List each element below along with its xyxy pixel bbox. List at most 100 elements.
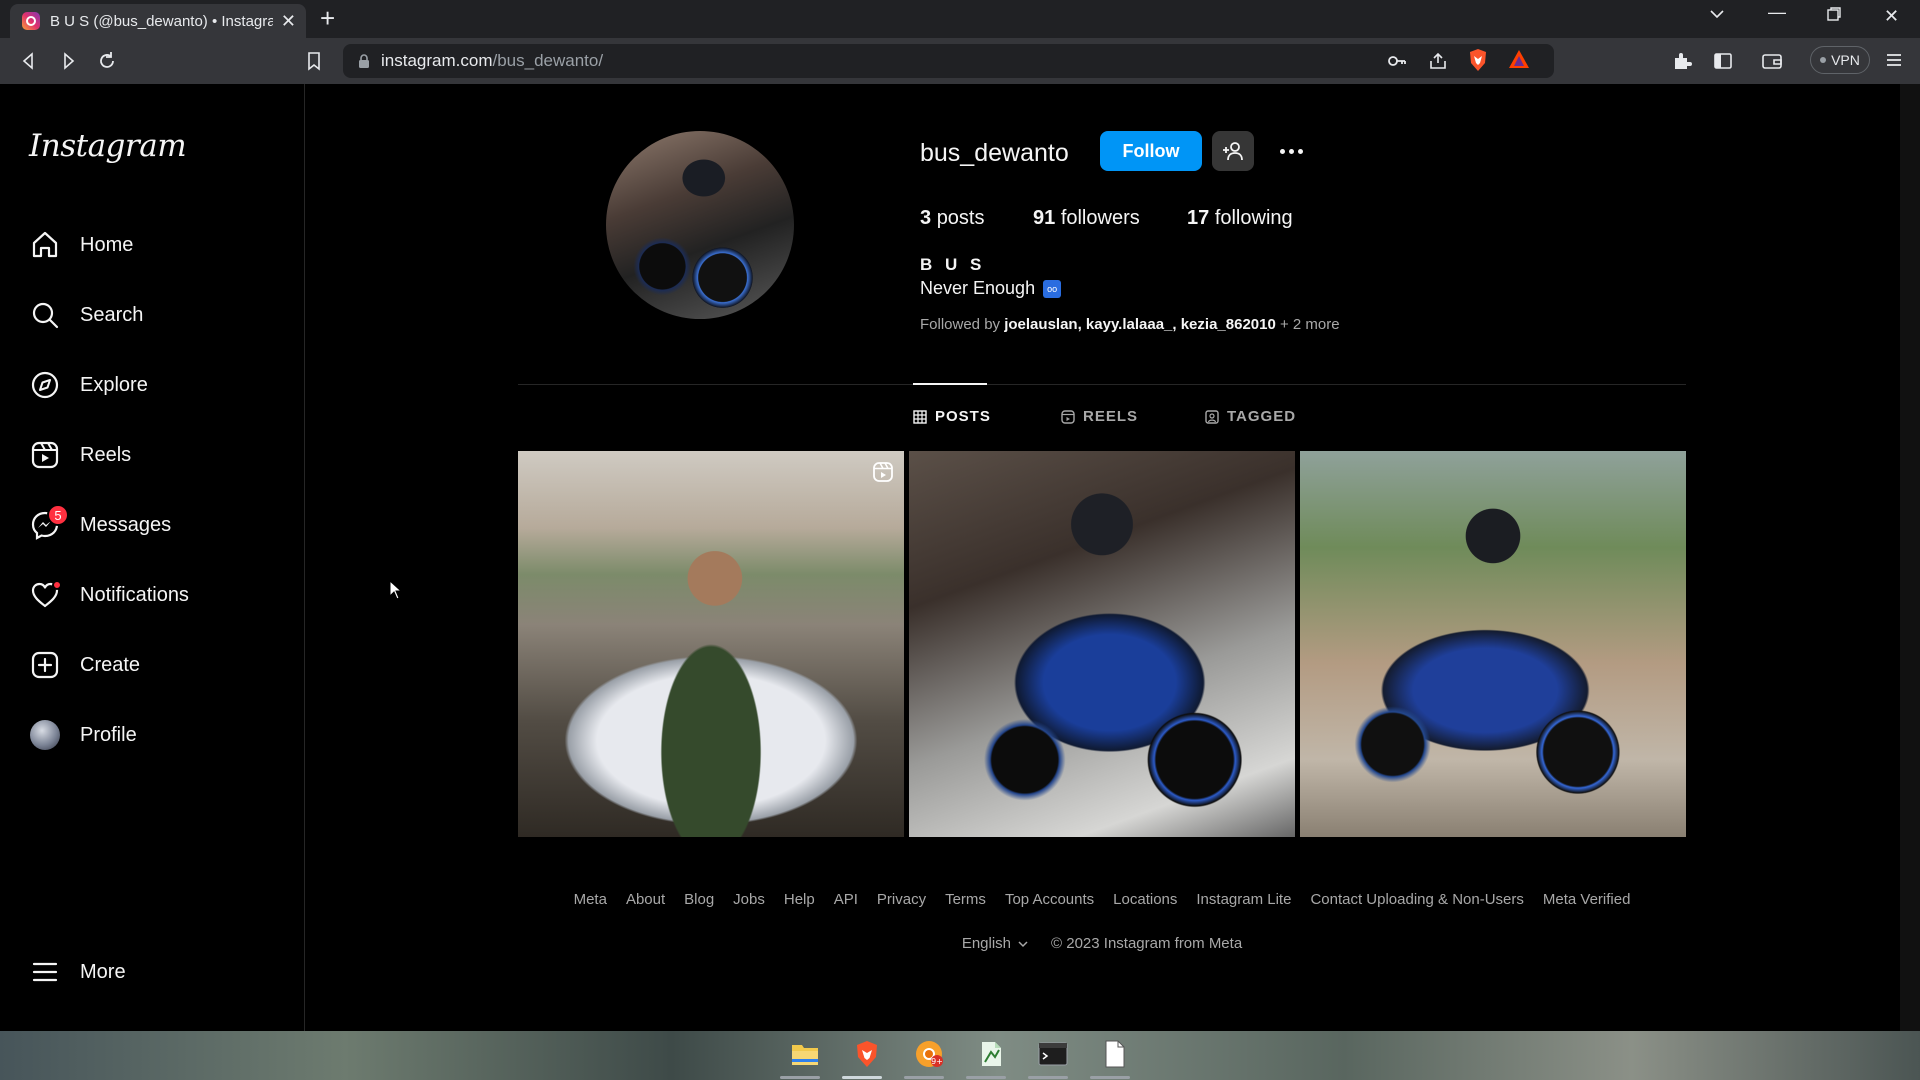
bookmark-icon[interactable]	[303, 50, 325, 72]
followed-by-text[interactable]: Followed by joelauslan, kayy.lalaaa_, ke…	[920, 316, 1340, 333]
taskbar-running-indicator	[966, 1076, 1006, 1079]
restore-window-button[interactable]	[1826, 6, 1842, 22]
footer-link[interactable]: Contact Uploading & Non-Users	[1310, 891, 1523, 908]
footer-link[interactable]: Blog	[684, 891, 714, 908]
sidebar-item-reels[interactable]: Reels	[28, 431, 288, 479]
follow-button[interactable]: Follow	[1100, 131, 1202, 171]
new-tab-button[interactable]: +	[320, 5, 335, 31]
sidebar-item-profile[interactable]: Profile	[28, 711, 288, 759]
heart-icon	[28, 578, 62, 612]
sidebar-toggle-icon[interactable]	[1712, 50, 1734, 72]
sidebar-item-label: Messages	[80, 513, 172, 536]
followed-by-more: + 2 more	[1279, 316, 1340, 333]
taskbar-running-indicator	[904, 1076, 944, 1079]
footer-link[interactable]: Privacy	[877, 891, 926, 908]
sidebar-item-search[interactable]: Search	[28, 291, 288, 339]
sidebar-item-create[interactable]: Create	[28, 641, 288, 689]
file-explorer-icon[interactable]	[790, 1039, 820, 1069]
profile-bio: Never Enough oo	[920, 278, 1062, 299]
footer-link[interactable]: Jobs	[733, 891, 765, 908]
wallet-icon[interactable]	[1761, 50, 1783, 72]
footer-link[interactable]: About	[626, 891, 665, 908]
sidebar-item-messages[interactable]: 5 Messages	[28, 501, 288, 549]
messenger-icon: 5	[28, 504, 69, 542]
terminal-icon[interactable]	[1038, 1039, 1068, 1069]
add-person-icon	[1222, 141, 1244, 161]
tab-search-chevron-icon[interactable]	[1709, 6, 1725, 22]
tab-label: REELS	[1083, 408, 1139, 425]
sidebar-item-label: Notifications	[80, 583, 189, 606]
tab-reels[interactable]: REELS	[1061, 408, 1138, 425]
taskbar-active-indicator	[842, 1076, 882, 1079]
chrome-canary-icon[interactable]: 9+	[914, 1039, 944, 1069]
instagram-logo[interactable]: Instagram	[29, 128, 187, 164]
document-icon[interactable]	[1100, 1039, 1130, 1069]
footer-link[interactable]: API	[834, 891, 858, 908]
sidebar-item-label: Profile	[80, 723, 137, 746]
notification-dot-icon	[52, 580, 62, 590]
post-thumbnail[interactable]	[909, 451, 1295, 837]
footer-link[interactable]: Terms	[945, 891, 986, 908]
reels-icon	[1061, 409, 1075, 424]
reload-button[interactable]	[96, 50, 118, 72]
footer-link[interactable]: Locations	[1113, 891, 1177, 908]
sidebar-item-home[interactable]: Home	[28, 221, 288, 269]
spreadsheet-app-icon[interactable]	[976, 1039, 1006, 1069]
avatar	[30, 720, 60, 750]
sidebar-item-label: Reels	[80, 443, 132, 466]
reels-icon	[28, 438, 62, 472]
minimize-window-button[interactable]: —	[1768, 2, 1786, 23]
tab-label: TAGGED	[1227, 408, 1297, 425]
vpn-button[interactable]: VPN	[1810, 46, 1870, 74]
tab-posts[interactable]: POSTS	[913, 408, 991, 425]
taskbar-running-indicator	[1028, 1076, 1068, 1079]
chevron-down-icon	[1017, 938, 1029, 950]
post-thumbnail[interactable]	[518, 451, 904, 837]
suggested-accounts-button[interactable]	[1212, 131, 1254, 171]
post-thumbnail[interactable]	[1300, 451, 1686, 837]
mouse-cursor-icon	[389, 580, 403, 600]
brave-shields-icon[interactable]	[1467, 48, 1489, 72]
address-bar[interactable]: instagram.com/bus_dewanto/	[343, 44, 1554, 78]
url-path: /bus_dewanto/	[492, 51, 604, 70]
posts-count: 3 posts	[920, 207, 985, 230]
forward-button[interactable]	[57, 50, 79, 72]
sidebar-item-notifications[interactable]: Notifications	[28, 571, 288, 619]
close-tab-icon[interactable]: ✕	[281, 12, 296, 30]
options-dot-icon	[1297, 148, 1303, 154]
footer-link[interactable]: Top Accounts	[1005, 891, 1094, 908]
followers-count-label: followers	[1060, 207, 1140, 229]
footer-links: Meta About Blog Jobs Help API Privacy Te…	[518, 891, 1686, 908]
sidebar-item-explore[interactable]: Explore	[28, 361, 288, 409]
following-count-value: 17	[1187, 207, 1210, 229]
footer-link[interactable]: Meta	[574, 891, 607, 908]
tab-title: B U S (@bus_dewanto) • Instagram	[50, 12, 273, 30]
sidebar-item-more[interactable]: More	[28, 948, 288, 996]
footer-link[interactable]: Help	[784, 891, 815, 908]
profile-full-name: B U S	[920, 255, 986, 274]
page-scrollbar[interactable]	[1900, 84, 1920, 1031]
svg-text:9+: 9+	[931, 1057, 943, 1066]
share-icon[interactable]	[1428, 52, 1448, 70]
brave-rewards-icon[interactable]	[1508, 48, 1530, 70]
footer-link[interactable]: Instagram Lite	[1196, 891, 1291, 908]
followers-count-link[interactable]: 91 followers	[1033, 207, 1140, 230]
url-domain: instagram.com	[381, 51, 493, 70]
plus-square-icon	[28, 648, 62, 682]
key-icon[interactable]	[1387, 52, 1407, 70]
taskbar-running-indicator	[780, 1076, 820, 1079]
language-selector[interactable]: English	[962, 935, 1029, 952]
profile-picture[interactable]	[606, 131, 794, 319]
profile-tabs-divider	[518, 384, 1686, 385]
back-button[interactable]	[18, 50, 40, 72]
following-count-link[interactable]: 17 following	[1187, 207, 1293, 230]
browser-tab[interactable]: B U S (@bus_dewanto) • Instagram ✕	[10, 4, 306, 38]
close-window-button[interactable]: ✕	[1884, 6, 1899, 27]
brave-browser-icon[interactable]	[852, 1039, 882, 1069]
footer-link[interactable]: Meta Verified	[1543, 891, 1631, 908]
browser-menu-icon[interactable]	[1884, 50, 1906, 72]
footer-bottom: English © 2023 Instagram from Meta	[518, 935, 1686, 952]
options-button[interactable]	[1274, 136, 1308, 166]
tab-tagged[interactable]: TAGGED	[1205, 408, 1296, 425]
extensions-icon[interactable]	[1671, 50, 1693, 72]
